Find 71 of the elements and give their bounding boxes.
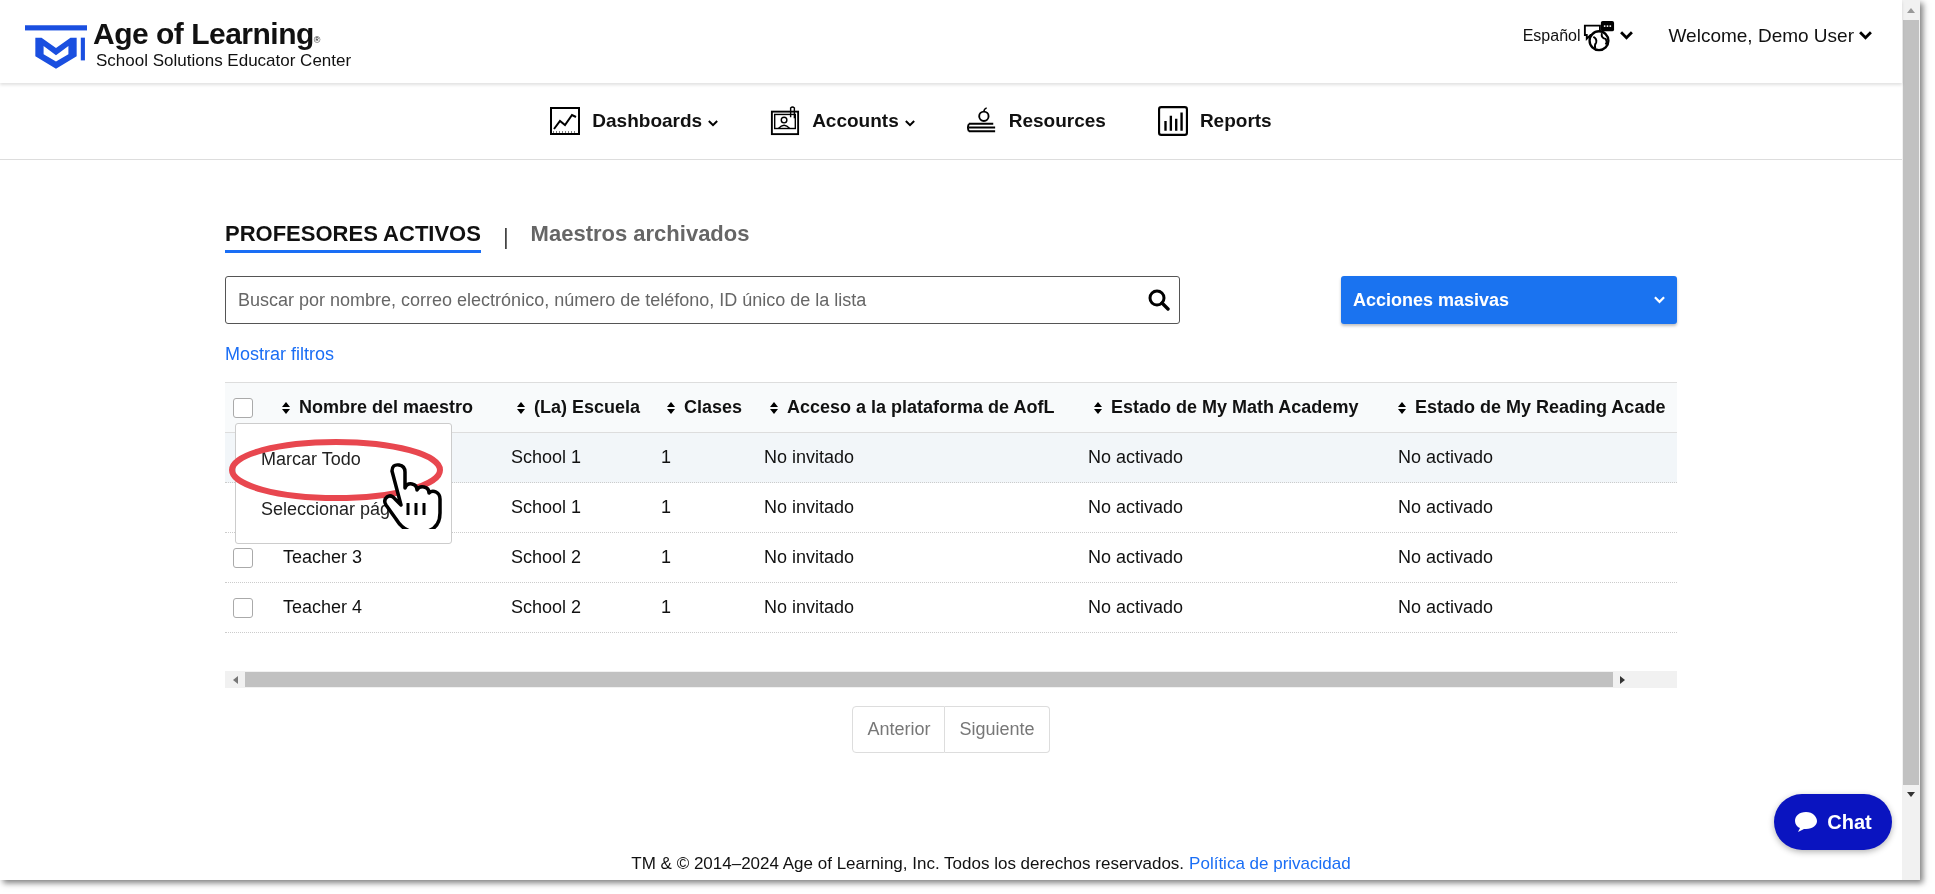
show-filters-link[interactable]: Mostrar filtros: [225, 344, 334, 365]
select-all-checkbox[interactable]: [233, 397, 253, 418]
chat-button[interactable]: Chat: [1774, 794, 1892, 850]
search-icon[interactable]: [1148, 289, 1170, 311]
column-header: Estado de My Reading Acade: [1415, 397, 1666, 418]
table-cell: No activado: [1088, 447, 1184, 468]
table-cell: 1: [661, 497, 671, 518]
logo-icon: [25, 24, 87, 71]
column-header: Clases: [684, 397, 743, 418]
bar-chart-icon: [1157, 106, 1188, 136]
table-cell: No activado: [1398, 497, 1494, 518]
bulk-actions-dropdown[interactable]: Acciones masivas: [1341, 276, 1677, 324]
horizontal-scrollbar[interactable]: [225, 671, 1677, 688]
tab-separator: |: [502, 224, 509, 250]
line-chart-icon: [550, 106, 581, 136]
row-checkbox[interactable]: [233, 597, 253, 618]
search-field[interactable]: Buscar por nombre, correo electrónico, número de teléfono, ID único de la lista: [225, 276, 1180, 324]
table-cell: School 2: [511, 547, 582, 568]
language-selector[interactable]: Español: [1522, 19, 1633, 52]
scroll-right-icon[interactable]: [1619, 674, 1627, 685]
user-menu[interactable]: Welcome, Demo User: [1668, 24, 1872, 47]
table-cell: Teacher 3: [283, 547, 363, 568]
sort-icon[interactable]: [282, 401, 290, 414]
chevron-down-icon: [1859, 31, 1872, 40]
table-cell: No activado: [1088, 497, 1184, 518]
table-cell: No invitado: [764, 447, 855, 468]
brand-subtitle: School Solutions Educator Center: [96, 50, 352, 71]
sort-icon[interactable]: [667, 401, 675, 414]
table-cell: School 1: [511, 447, 582, 468]
table-cell: No activado: [1088, 547, 1184, 568]
tab[interactable]: Maestros archivados: [530, 221, 750, 253]
table-cell: No invitado: [764, 497, 855, 518]
vertical-scrollbar[interactable]: [1902, 0, 1920, 880]
tab[interactable]: PROFESORES ACTIVOS: [225, 221, 481, 253]
person-card-icon: [770, 106, 801, 136]
chat-bubble-icon: [1794, 811, 1819, 833]
table-cell: No invitado: [764, 547, 855, 568]
table-cell: Teacher 4: [283, 597, 363, 618]
column-header: Estado de My Math Academy: [1111, 397, 1359, 418]
privacy-link[interactable]: Política de privacidad: [1189, 854, 1351, 873]
column-header: (La) Escuela: [534, 397, 641, 418]
table-row[interactable]: Teacher 4 School 2 1 No invitado No activado No activado: [225, 583, 1677, 633]
chevron-down-icon: [1654, 296, 1665, 304]
table-cell: School 2: [511, 597, 582, 618]
sort-icon[interactable]: [517, 401, 525, 414]
sort-icon[interactable]: [1398, 401, 1406, 414]
scroll-left-icon[interactable]: [231, 674, 239, 685]
table-cell: No activado: [1398, 597, 1494, 618]
table-cell: No activado: [1398, 447, 1494, 468]
chevron-down-icon: [708, 119, 719, 127]
column-header: Nombre del maestro: [299, 397, 474, 418]
nav-item[interactable]: Dashboards: [550, 106, 719, 136]
scroll-down-icon[interactable]: [1906, 791, 1916, 799]
globe-chat-icon: [1582, 19, 1615, 52]
table-cell: No activado: [1088, 597, 1184, 618]
chevron-down-icon: [1619, 31, 1633, 40]
nav-item[interactable]: Reports: [1157, 106, 1272, 136]
copyright-text: TM & © 2014–2024 Age of Learning, Inc. Todos los derechos reservados.: [631, 854, 1185, 873]
row-checkbox[interactable]: [233, 547, 253, 568]
column-header: Acceso a la plataforma de AofL: [787, 397, 1055, 418]
table-cell: 1: [661, 597, 671, 618]
sort-icon[interactable]: [1094, 401, 1102, 414]
table-cell: 1: [661, 547, 671, 568]
nav-item[interactable]: Accounts: [770, 106, 915, 136]
chevron-down-icon: [904, 119, 915, 127]
table-cell: No activado: [1398, 547, 1494, 568]
table-cell: 1: [661, 447, 671, 468]
nav-item[interactable]: Resources: [966, 106, 1106, 136]
table-cell: School 1: [511, 497, 582, 518]
sort-icon[interactable]: [770, 401, 778, 414]
table-cell: No invitado: [764, 597, 855, 618]
